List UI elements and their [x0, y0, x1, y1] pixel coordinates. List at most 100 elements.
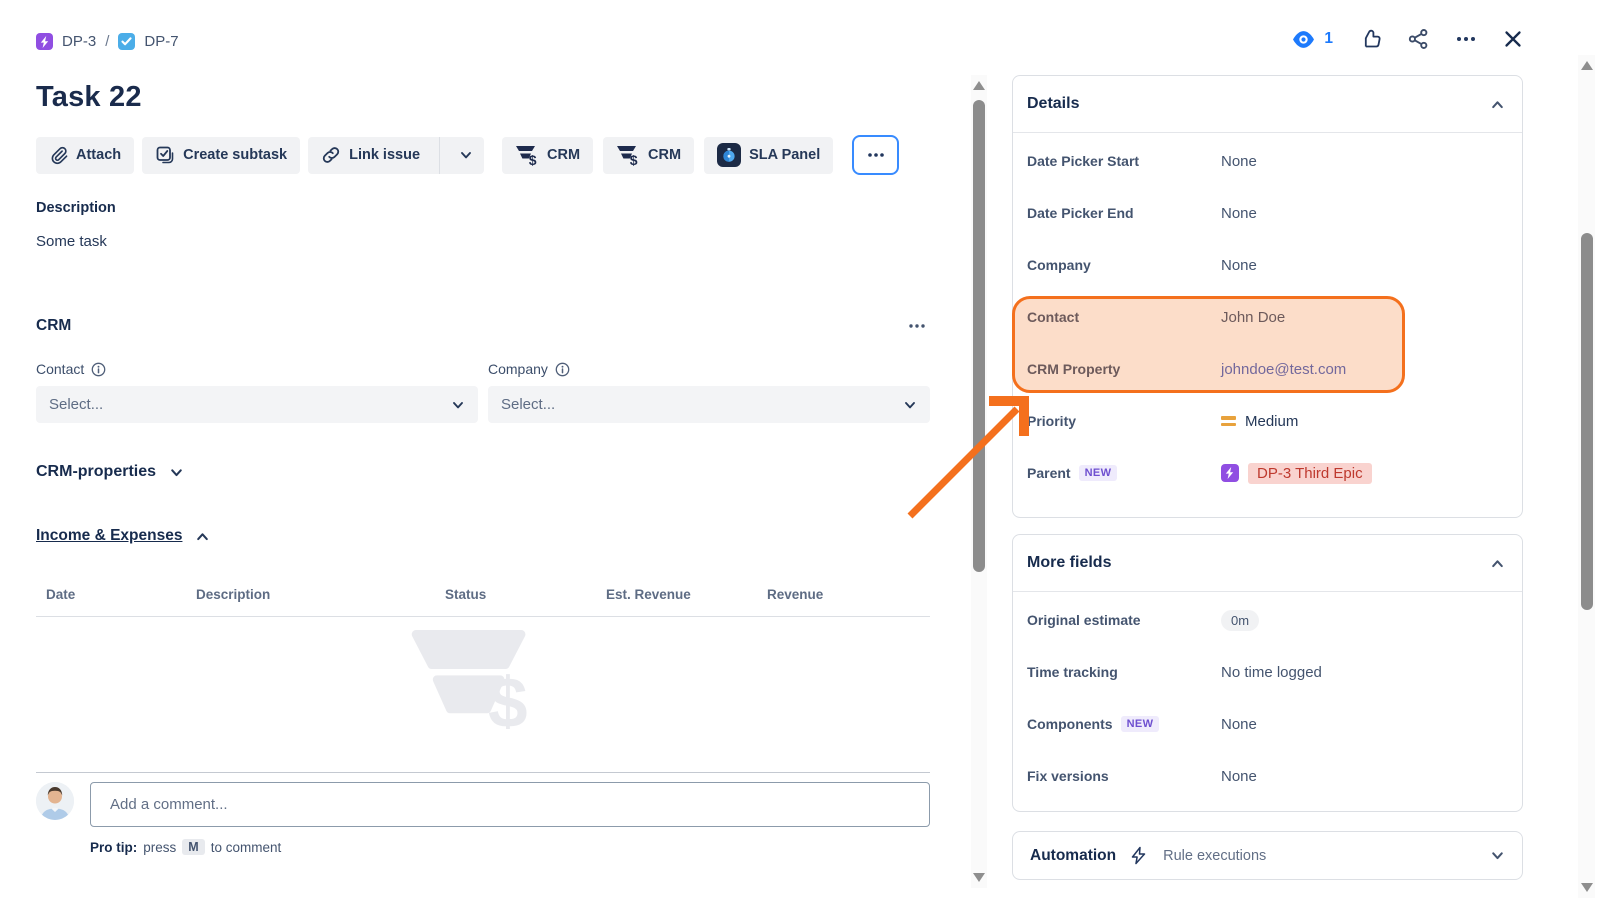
income-expenses-toggle[interactable]: Income & Expenses	[36, 527, 930, 545]
scroll-down-arrow[interactable]	[973, 873, 985, 882]
field-label: Original estimate	[1027, 612, 1221, 628]
crm-section-more-button[interactable]	[904, 313, 930, 339]
scroll-down-arrow[interactable]	[1581, 883, 1593, 892]
content-scrollbar[interactable]	[971, 75, 987, 888]
pro-tip-text-after: to comment	[211, 840, 282, 855]
ellipsis-icon	[908, 317, 926, 335]
contact-field: Contact Select...	[36, 361, 478, 423]
crm-button-1[interactable]: $ CRM	[502, 137, 593, 174]
company-label-text: Company	[488, 361, 548, 377]
column-header-date: Date	[36, 587, 196, 602]
breadcrumb-separator: /	[105, 33, 109, 50]
field-value[interactable]: Medium	[1221, 413, 1508, 430]
details-panel: Details Date Picker Start None Date Pick…	[1012, 75, 1523, 518]
parent-epic-chip[interactable]: DP-3 Third Epic	[1248, 463, 1372, 484]
estimate-chip: 0m	[1221, 610, 1259, 631]
field-row-company: Company None	[1027, 239, 1508, 291]
pro-tip-bold: Pro tip:	[90, 840, 137, 855]
like-button[interactable]	[1359, 28, 1381, 50]
attach-button[interactable]: Attach	[36, 137, 134, 174]
field-label: Contact	[1027, 309, 1221, 325]
field-value[interactable]: None	[1221, 257, 1508, 274]
link-icon	[321, 145, 341, 165]
crm-section-title: CRM	[36, 317, 71, 335]
create-subtask-button[interactable]: Create subtask	[142, 137, 300, 174]
epic-icon	[36, 33, 53, 50]
sla-panel-label: SLA Panel	[749, 147, 820, 163]
field-value[interactable]: John Doe	[1221, 309, 1508, 326]
comment-input[interactable]	[90, 782, 930, 827]
pro-tip-key: M	[182, 839, 204, 855]
chevron-down-icon	[1490, 848, 1505, 863]
task-icon	[118, 33, 135, 50]
pro-tip-text-before: press	[143, 840, 176, 855]
company-select[interactable]: Select...	[488, 386, 930, 423]
income-expenses-table-header: Date Description Status Est. Revenue Rev…	[36, 587, 930, 617]
description-body[interactable]: Some task	[36, 233, 930, 250]
create-subtask-label: Create subtask	[183, 147, 287, 163]
scroll-up-arrow[interactable]	[1581, 61, 1593, 70]
contact-select[interactable]: Select...	[36, 386, 478, 423]
scrollbar-thumb[interactable]	[1581, 233, 1593, 610]
company-field: Company Select...	[488, 361, 930, 423]
income-expenses-title: Income & Expenses	[36, 527, 182, 545]
field-value[interactable]: DP-3 Third Epic	[1221, 463, 1508, 484]
field-label: Date Picker Start	[1027, 153, 1221, 169]
sla-panel-button[interactable]: SLA Panel	[704, 137, 833, 174]
page-title: Task 22	[36, 81, 930, 114]
field-value[interactable]: No time logged	[1221, 664, 1508, 681]
toolbar-more-button[interactable]	[852, 135, 899, 175]
field-label: Company	[1027, 257, 1221, 273]
share-button[interactable]	[1407, 28, 1429, 50]
chevron-down-icon	[903, 398, 917, 412]
info-icon[interactable]	[91, 362, 106, 377]
components-label-text: Components	[1027, 716, 1113, 732]
svg-text:$: $	[488, 664, 528, 729]
crm-label: CRM	[648, 147, 681, 163]
field-value[interactable]: None	[1221, 153, 1508, 170]
crm-button-2[interactable]: $ CRM	[603, 137, 694, 174]
column-header-est-revenue: Est. Revenue	[606, 587, 767, 602]
scroll-up-arrow[interactable]	[973, 81, 985, 90]
issue-view: 1	[0, 0, 1597, 898]
field-value[interactable]: None	[1221, 768, 1508, 785]
watchers-button[interactable]: 1	[1292, 30, 1333, 48]
column-header-revenue: Revenue	[767, 587, 930, 602]
field-row-priority: Priority Medium	[1027, 395, 1508, 447]
field-value[interactable]: None	[1221, 205, 1508, 222]
crm-properties-toggle[interactable]: CRM-properties	[36, 463, 930, 481]
field-label: Parent NEW	[1027, 465, 1221, 481]
subtask-icon	[155, 145, 175, 165]
details-panel-header[interactable]: Details	[1013, 76, 1522, 133]
crm-fields: Contact Select... Company	[36, 361, 930, 423]
page-scrollbar[interactable]	[1578, 55, 1595, 898]
field-value[interactable]: None	[1221, 716, 1508, 733]
field-row-original-estimate: Original estimate 0m	[1027, 594, 1508, 646]
breadcrumb-epic-link[interactable]: DP-3	[62, 33, 96, 50]
column-header-status: Status	[445, 587, 606, 602]
close-icon	[1503, 29, 1523, 49]
breadcrumb-task-link[interactable]: DP-7	[144, 33, 178, 50]
close-button[interactable]	[1503, 29, 1523, 49]
scrollbar-thumb[interactable]	[973, 100, 985, 572]
chevron-up-icon	[1490, 97, 1505, 112]
link-issue-button[interactable]: Link issue	[308, 137, 484, 174]
more-actions-button[interactable]	[1455, 28, 1477, 50]
details-rows: Date Picker Start None Date Picker End N…	[1013, 133, 1522, 507]
info-icon[interactable]	[555, 362, 570, 377]
field-value-email-link[interactable]: johndoe@test.com	[1221, 361, 1508, 378]
attach-label: Attach	[76, 147, 121, 163]
more-fields-header[interactable]: More fields	[1013, 535, 1522, 592]
ellipsis-icon	[866, 145, 886, 165]
link-issue-dropdown[interactable]	[448, 148, 484, 162]
field-row-time-tracking: Time tracking No time logged	[1027, 646, 1508, 698]
field-value[interactable]: 0m	[1221, 610, 1508, 631]
automation-header[interactable]: Automation Rule executions	[1013, 832, 1522, 879]
avatar[interactable]	[36, 782, 74, 820]
crm-label: CRM	[547, 147, 580, 163]
crm-funnel-icon: $	[616, 144, 640, 166]
field-row-contact: Contact John Doe	[1027, 291, 1508, 343]
field-label: Fix versions	[1027, 768, 1221, 784]
field-label: Components NEW	[1027, 716, 1221, 732]
priority-value-text: Medium	[1245, 413, 1298, 430]
